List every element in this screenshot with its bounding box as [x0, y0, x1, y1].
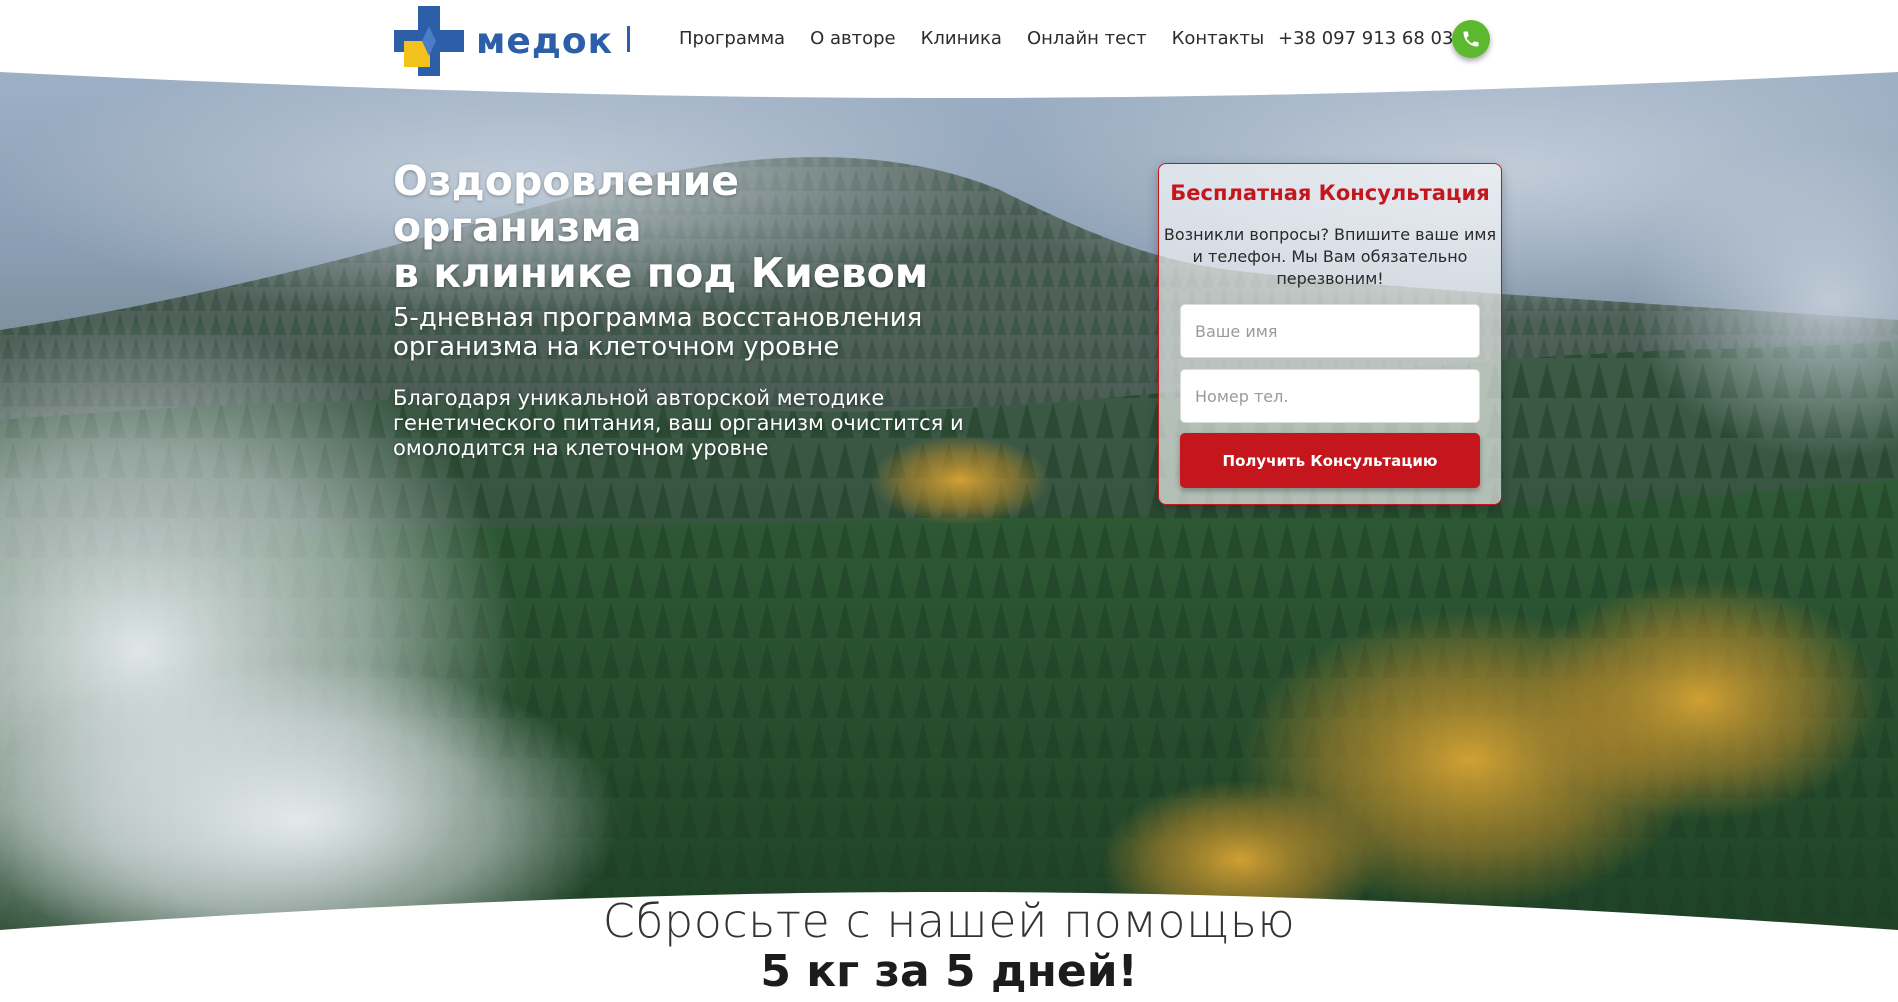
promo-line-2: 5 кг за 5 дней! [760, 946, 1138, 997]
brand-logo[interactable]: медок [394, 6, 624, 76]
header-phone-number[interactable]: +38 097 913 68 03 [1278, 25, 1453, 53]
main-nav: Программа О авторе Клиника Онлайн тест К… [679, 25, 1289, 53]
hero-desc-line-2: генетического питания, ваш организм очис… [393, 411, 964, 435]
hero-subtitle: 5-дневная программа восстановления орган… [393, 304, 993, 362]
cross-logo-icon [394, 6, 464, 76]
name-input[interactable] [1180, 304, 1480, 358]
phone-input[interactable] [1180, 369, 1480, 423]
nav-link-author[interactable]: О авторе [810, 25, 896, 53]
hero-copy: Оздоровление организма в клинике под Кие… [393, 158, 993, 461]
hero-description: Благодаря уникальной авторской методике … [393, 386, 993, 461]
nav-link-online-test[interactable]: Онлайн тест [1027, 25, 1147, 53]
phone-icon [1463, 31, 1479, 47]
nav-link-clinic[interactable]: Клиника [921, 25, 1002, 53]
call-button[interactable] [1452, 20, 1490, 58]
logo-wordmark: медок [476, 20, 614, 62]
promo-line-1: Сбросьте с нашей помощью [602, 894, 1296, 948]
landing-page: медок Программа О авторе Клиника Онлайн … [0, 0, 1898, 1002]
site-header: медок Программа О авторе Клиника Онлайн … [0, 0, 1898, 78]
form-desc-line-1: Возникли вопросы? Впишите ваше имя [1163, 225, 1497, 244]
hero-subtitle-line-1: 5-дневная программа восстановления [393, 303, 923, 333]
nav-link-program[interactable]: Программа [679, 25, 785, 53]
hero-desc-line-1: Благодаря уникальной авторской методике [393, 386, 885, 410]
form-desc-line-2: и телефон. Мы Вам обязательно [1192, 247, 1468, 266]
hero-title-line-2: в клинике под Киевом [393, 249, 929, 297]
hero-desc-line-3: омолодится на клеточном уровне [393, 436, 769, 460]
hero-title-line-1: Оздоровление организма [393, 157, 740, 251]
forest-hero-background [0, 0, 1898, 1002]
nav-link-contacts[interactable]: Контакты [1172, 25, 1265, 53]
logo-divider [627, 26, 630, 52]
get-consultation-button[interactable]: Получить Консультацию [1180, 433, 1480, 488]
consultation-form: Бесплатная Консультация Возникли вопросы… [1158, 163, 1502, 505]
hero-subtitle-line-2: организма на клеточном уровне [393, 332, 840, 362]
promo-heading: Сбросьте с нашей помощью 5 кг за 5 дней! [0, 895, 1898, 997]
hero-title: Оздоровление организма в клинике под Кие… [393, 158, 993, 296]
form-description: Возникли вопросы? Впишите ваше имя и тел… [1163, 224, 1497, 290]
form-title: Бесплатная Консультация [1170, 181, 1490, 205]
form-desc-line-3: перезвоним! [1276, 269, 1384, 288]
